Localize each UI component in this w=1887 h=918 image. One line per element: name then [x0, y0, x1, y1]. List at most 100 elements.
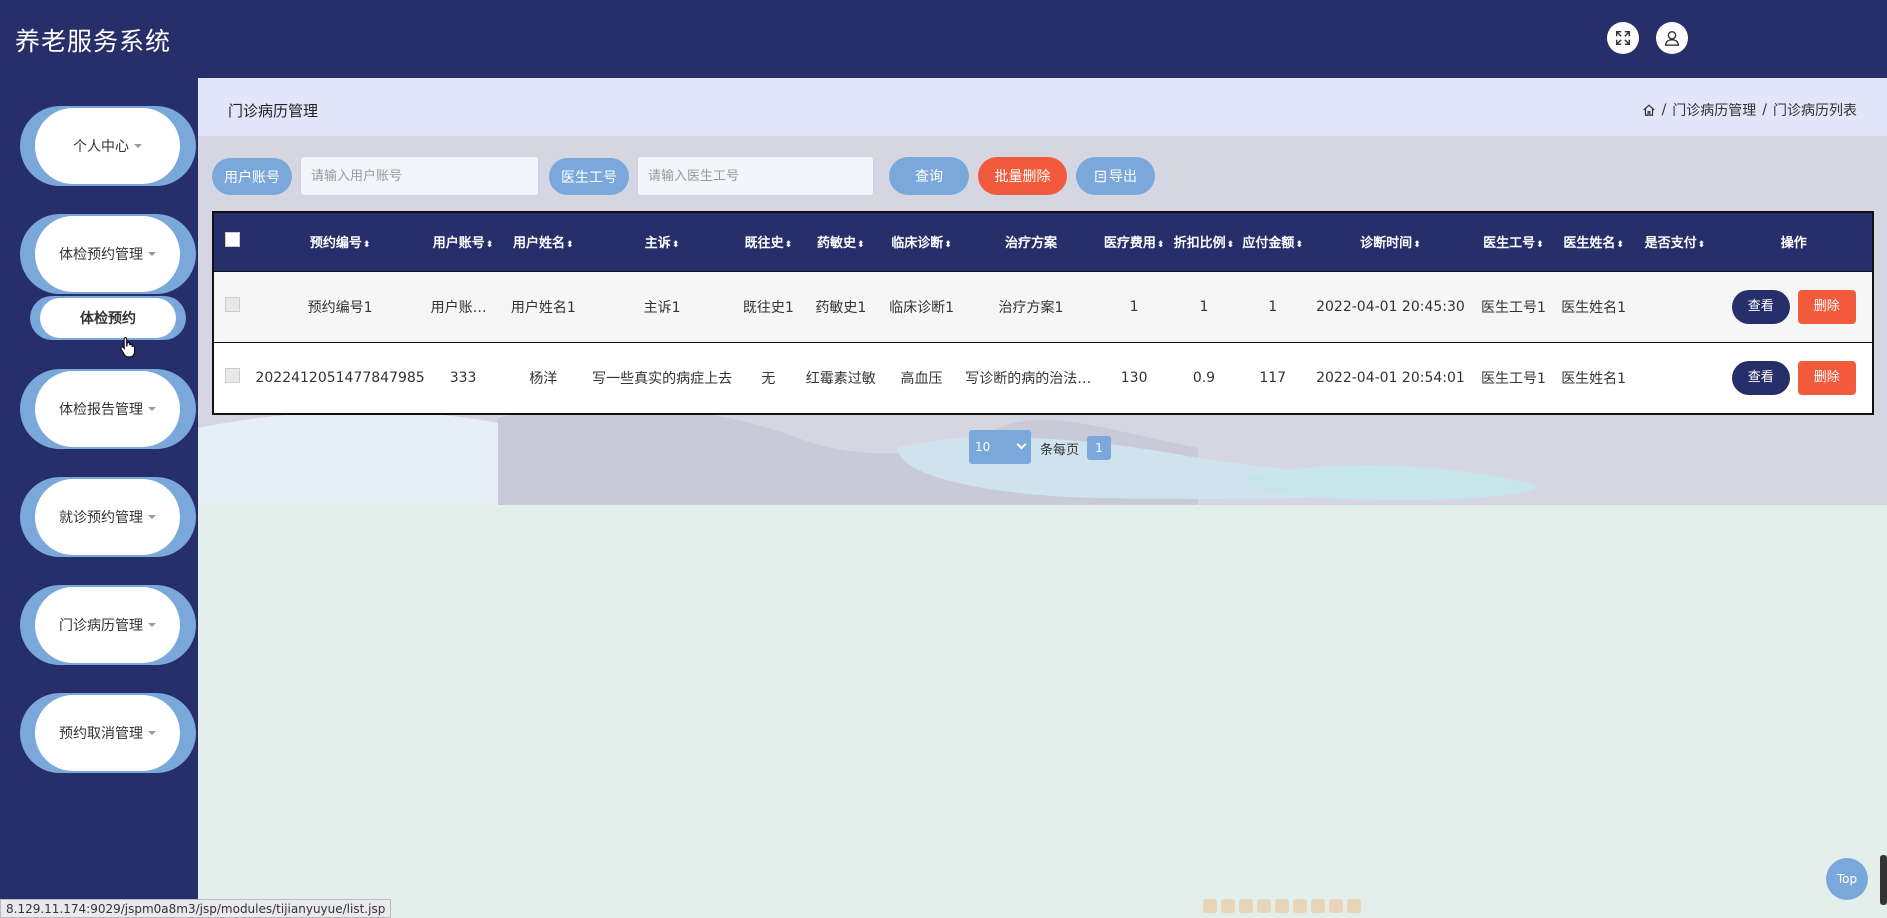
table-cell: 主诉1: [643, 299, 681, 316]
table-cell: 2022412051477847985: [255, 369, 425, 386]
user-account-label: 用户账号: [212, 158, 292, 195]
breadcrumb-item-current: 门诊病历列表: [1773, 103, 1857, 119]
chevron-down-icon: [1016, 439, 1027, 450]
table-cell: [1634, 271, 1715, 342]
table-cell: 130: [1120, 369, 1148, 386]
table-cell: 临床诊断1: [889, 299, 955, 316]
table-cell: [1634, 342, 1715, 413]
caret-down-icon: [134, 144, 142, 148]
table-header-row: 预约编号⬍ 用户账号⬍ 用户姓名⬍ 主诉⬍ 既往史⬍ 药敏史⬍ 临床诊断⬍ 治疗…: [214, 213, 1872, 271]
table-cell: 1: [1199, 298, 1209, 315]
sidebar-item-label: 门诊病历管理: [59, 618, 143, 634]
sidebar-item-label: 体检报告管理: [59, 402, 143, 418]
doctor-id-input[interactable]: [637, 156, 874, 196]
table-cell: 高血压: [900, 370, 943, 387]
export-button-label: 导出: [1109, 169, 1137, 185]
table-row: 2022412051477847985 333 杨洋 写一些真实的病症上去 无 红霉素过敏…: [214, 342, 1872, 413]
delete-button[interactable]: 删除: [1797, 360, 1856, 395]
column-header[interactable]: 预约编号⬍: [252, 213, 429, 271]
column-header[interactable]: 既往史⬍: [735, 213, 802, 271]
column-header[interactable]: 折扣比例⬍: [1170, 213, 1239, 271]
user-icon[interactable]: [1656, 22, 1688, 54]
view-button[interactable]: 查看: [1731, 360, 1790, 395]
submenu-item-checkup-booking[interactable]: 体检预约: [30, 296, 186, 340]
select-all-checkbox[interactable]: [225, 232, 241, 248]
table-cell: 医生姓名1: [1561, 370, 1627, 387]
table-cell: 药敏史1: [815, 299, 867, 316]
caret-down-icon: [148, 515, 156, 519]
back-to-top-button[interactable]: Top: [1826, 858, 1868, 900]
column-header[interactable]: 临床诊断⬍: [880, 213, 963, 271]
status-bar-url: 8.129.11.174:9029/jspm0a8m3/jsp/modules/…: [0, 899, 392, 918]
sidebar-item-label: 就诊预约管理: [59, 510, 143, 526]
fullscreen-icon[interactable]: [1607, 22, 1639, 54]
doctor-id-label: 医生工号: [549, 158, 629, 195]
scrollbar[interactable]: [1880, 855, 1887, 905]
table-cell: 治疗方案1: [998, 299, 1064, 316]
caret-down-icon: [148, 623, 156, 627]
row-checkbox[interactable]: [225, 368, 241, 384]
sidebar-item-checkup-report[interactable]: 体检报告管理: [20, 369, 196, 449]
sort-icon: ⬍: [671, 240, 680, 251]
sidebar-item-label: 个人中心: [73, 139, 129, 155]
query-button[interactable]: 查询: [889, 157, 969, 195]
caret-down-icon: [148, 731, 156, 735]
table-cell: 1: [1268, 298, 1278, 315]
sidebar-item-personal-center[interactable]: 个人中心: [20, 106, 196, 186]
column-header[interactable]: 应付金额⬍: [1238, 213, 1307, 271]
column-header[interactable]: 用户姓名⬍: [497, 213, 589, 271]
breadcrumb: / 门诊病历管理 / 门诊病历列表: [1642, 100, 1857, 120]
table-cell: 既往史1: [742, 299, 794, 316]
sidebar-item-checkup-appointment[interactable]: 体检预约管理: [20, 214, 196, 294]
sort-icon: ⬍: [784, 240, 793, 251]
caret-down-icon: [148, 252, 156, 256]
user-account-input[interactable]: [300, 156, 539, 196]
sidebar-item-cancellation[interactable]: 预约取消管理: [20, 693, 196, 773]
sort-icon: ⬍: [1616, 240, 1624, 251]
table-cell: 无: [761, 370, 776, 387]
sort-icon: ⬍: [1156, 240, 1165, 251]
column-header[interactable]: 是否支付⬍: [1634, 213, 1715, 271]
sort-icon: ⬍: [857, 240, 865, 251]
column-header[interactable]: 医生工号⬍: [1474, 213, 1553, 271]
sidebar-item-label: 预约取消管理: [59, 726, 143, 742]
sort-icon: ⬍: [566, 240, 574, 251]
row-actions: 查看 删除: [1716, 342, 1872, 413]
table-cell: 写一些真实的病症上去: [592, 370, 733, 387]
table-cell: 杨洋: [529, 370, 558, 387]
table-cell: 117: [1259, 369, 1287, 386]
export-button[interactable]: 导出: [1076, 157, 1155, 195]
table-cell: 333: [449, 369, 477, 386]
column-header[interactable]: 药敏史⬍: [802, 213, 880, 271]
batch-delete-button[interactable]: 批量删除: [978, 157, 1067, 195]
column-header: 操作: [1780, 236, 1807, 252]
sort-icon: ⬍: [362, 240, 371, 251]
submenu-item-label: 体检预约: [80, 311, 136, 327]
sidebar-item-outpatient-records[interactable]: 门诊病历管理: [20, 585, 196, 665]
column-header[interactable]: 医疗费用⬍: [1099, 213, 1170, 271]
column-header[interactable]: 主诉⬍: [589, 213, 735, 271]
row-actions: 查看 删除: [1716, 271, 1872, 342]
table-row: 预约编号1 用户账号1 用户姓名1 主诉1 既往史1 药敏史1 临床诊断1 治疗方案1 1 1 1 2…: [214, 271, 1872, 342]
breadcrumb-item[interactable]: 门诊病历管理: [1672, 100, 1756, 120]
column-header[interactable]: 用户账号⬍: [429, 213, 498, 271]
page-number-button[interactable]: 1: [1087, 436, 1111, 460]
column-header[interactable]: 医生姓名⬍: [1553, 213, 1634, 271]
column-header[interactable]: 诊断时间⬍: [1307, 213, 1474, 271]
delete-button[interactable]: 删除: [1797, 289, 1856, 324]
table-cell: 0.9: [1192, 369, 1216, 386]
home-icon[interactable]: [1642, 103, 1656, 117]
page-size-select[interactable]: 10: [969, 430, 1031, 464]
hand-cursor-icon: [120, 337, 135, 358]
system-tray: [1203, 897, 1397, 915]
top-bar: 养老服务系统: [0, 0, 1887, 78]
sort-icon: ⬍: [1697, 240, 1706, 251]
column-header: 治疗方案: [1004, 236, 1057, 252]
table-cell: 医生姓名1: [1561, 299, 1627, 316]
records-table: 预约编号⬍ 用户账号⬍ 用户姓名⬍ 主诉⬍ 既往史⬍ 药敏史⬍ 临床诊断⬍ 治疗…: [212, 211, 1874, 415]
row-checkbox[interactable]: [225, 297, 241, 312]
view-button[interactable]: 查看: [1731, 289, 1790, 324]
table-cell: 医生工号1: [1480, 299, 1546, 316]
sidebar-item-visit-appointment[interactable]: 就诊预约管理: [20, 477, 196, 557]
per-page-label: 条每页: [1040, 443, 1080, 458]
